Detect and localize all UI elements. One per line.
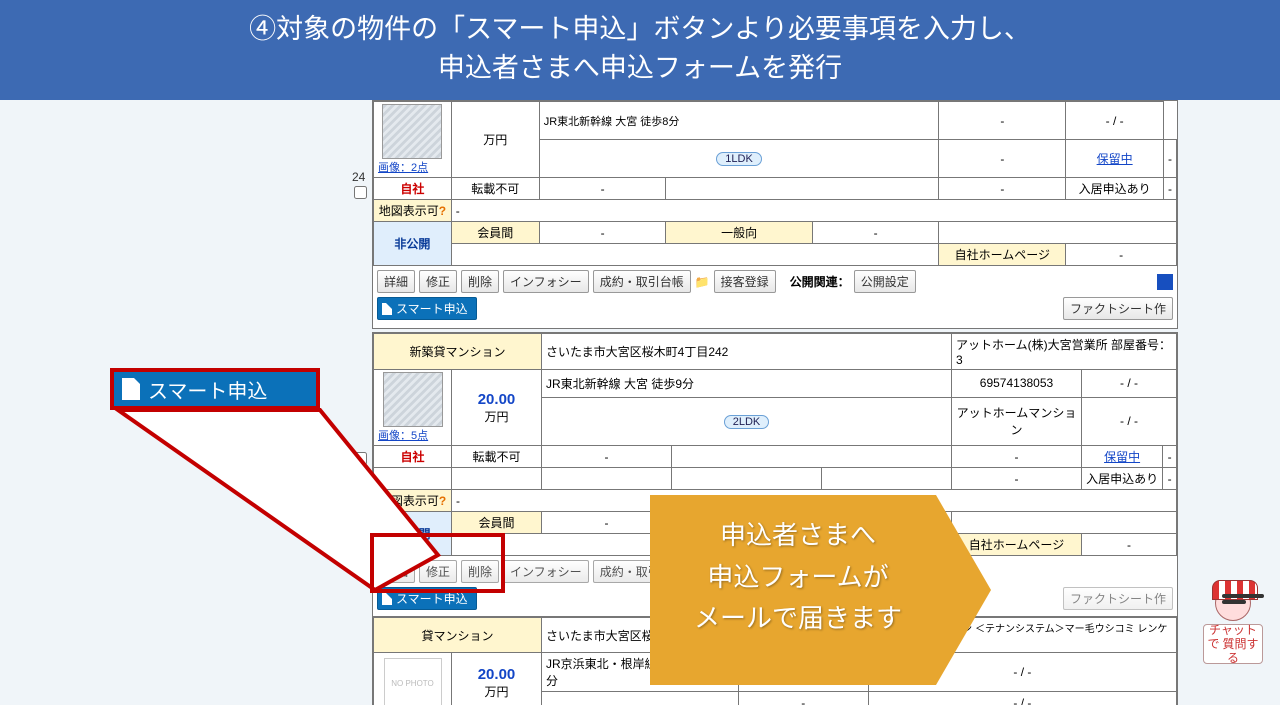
visibility-label: 非公開: [374, 512, 452, 556]
property-card-1: 画像：2点 万円 JR東北新幹線 大宮 徒歩8分 - - / - 1LDK - …: [372, 100, 1178, 329]
infoshi-button[interactable]: インフォシー: [503, 560, 589, 583]
banner-line2: 申込者さまへ申込フォームを発行: [438, 53, 842, 83]
row-checkbox[interactable]: [354, 452, 367, 465]
document-icon: [122, 378, 140, 400]
property-type: 新築貸マンション: [374, 334, 542, 370]
delete-button[interactable]: 削除: [461, 270, 499, 293]
col-member: 会員間: [451, 222, 539, 244]
transfer-label: 転載不可: [451, 178, 539, 200]
detail-button[interactable]: 詳細: [377, 560, 415, 583]
instruction-banner: ④対象の物件の「スマート申込」ボタンより必要事項を入力し、 申込者さまへ申込フォ…: [0, 0, 1280, 100]
property-type: 貸マンション: [374, 618, 542, 653]
property-id: 69574138053: [952, 370, 1082, 397]
col-member: 会員間: [452, 512, 542, 534]
banner-line1: ④対象の物件の「スマート申込」ボタンより必要事項を入力し、: [249, 14, 1031, 44]
status-pending-link[interactable]: 保留中: [1104, 450, 1140, 464]
document-icon: [382, 303, 392, 315]
row-index: 24: [352, 170, 365, 184]
publish-setting-button[interactable]: 公開設定: [854, 270, 916, 293]
arrow-tip: [936, 495, 991, 685]
no-photo-placeholder: NO PHOTO: [384, 658, 442, 705]
tenant-label: 自社: [374, 178, 452, 200]
property-thumbnail[interactable]: [382, 104, 442, 159]
price-number: 20.00: [478, 666, 516, 683]
property-owner: アットホーム(株)大宮営業所 部屋番号：3: [952, 334, 1177, 370]
factsheet-button[interactable]: ファクトシート作: [1063, 587, 1173, 610]
smart-apply-callout: スマート申込: [110, 368, 320, 410]
delete-button[interactable]: 削除: [461, 560, 499, 583]
callout-label: スマート申込: [148, 375, 267, 404]
deal-button[interactable]: 成約・取引台帳: [593, 270, 691, 293]
help-icon[interactable]: ?: [439, 204, 446, 218]
mansion-label: アットホームマンション: [952, 397, 1082, 446]
layout-pill: 2LDK: [724, 415, 770, 429]
publish-related-label: 公開関連：: [790, 273, 850, 290]
folder-icon: 📁: [695, 275, 710, 289]
image-count[interactable]: 画像：5点: [378, 427, 447, 443]
chat-question-widget[interactable]: チャットで 質問する: [1198, 585, 1268, 670]
price-unit: 万円: [484, 685, 508, 699]
reception-button[interactable]: 接客登録: [714, 270, 776, 293]
help-icon[interactable]: ?: [439, 494, 446, 508]
map-label: 地図表示可: [379, 204, 439, 218]
access-text: JR東北新幹線 大宮 徒歩8分: [544, 116, 680, 128]
property-address: さいたま市大宮区桜木町4丁目242: [542, 334, 952, 370]
row-checkbox[interactable]: [354, 186, 367, 199]
orange-line3: メールで届きます: [694, 603, 902, 633]
col-public: 一般向: [666, 222, 812, 244]
orange-info-banner: 申込者さまへ 申込フォームが メールで届きます: [650, 495, 991, 685]
layout-pill: 1LDK: [716, 152, 762, 166]
move-in-label: 入居申込あり: [1066, 178, 1164, 200]
transfer-label: 転載不可: [452, 446, 542, 468]
property-thumbnail[interactable]: [383, 372, 443, 427]
orange-line2: 申込フォームが: [707, 562, 888, 592]
price-number: 20.00: [478, 391, 516, 408]
factsheet-button[interactable]: ファクトシート作: [1063, 297, 1173, 320]
mascot-icon: [1215, 585, 1251, 621]
smart-apply-button[interactable]: スマート申込: [377, 297, 477, 320]
visibility-label: 非公開: [374, 222, 452, 266]
price-unit: 万円: [483, 133, 507, 147]
tenant-label: 自社: [374, 446, 452, 468]
orange-line1: 申込者さまへ: [720, 520, 876, 550]
hp-label: 自社ホームページ: [939, 244, 1066, 266]
chat-label: チャットで 質問する: [1203, 624, 1263, 664]
detail-button[interactable]: 詳細: [377, 270, 415, 293]
document-icon: [382, 593, 392, 605]
infoshi-button[interactable]: インフォシー: [503, 270, 589, 293]
blue-square-icon[interactable]: [1157, 274, 1173, 290]
move-in-label: 入居申込あり: [1082, 468, 1163, 490]
edit-button[interactable]: 修正: [419, 270, 457, 293]
status-pending-link[interactable]: 保留中: [1097, 152, 1133, 166]
map-label: 地図表示可: [379, 494, 439, 508]
price-unit: 万円: [484, 410, 508, 424]
content-area: 24 画像：2点 万円 JR東北新幹線 大宮 徒歩8分 - - / - 1LDK…: [0, 100, 1280, 705]
image-count[interactable]: 画像：2点: [378, 159, 447, 175]
access-text: JR東北新幹線 大宮 徒歩9分: [546, 377, 694, 391]
smart-apply-button[interactable]: スマート申込: [377, 587, 477, 610]
edit-button[interactable]: 修正: [419, 560, 457, 583]
